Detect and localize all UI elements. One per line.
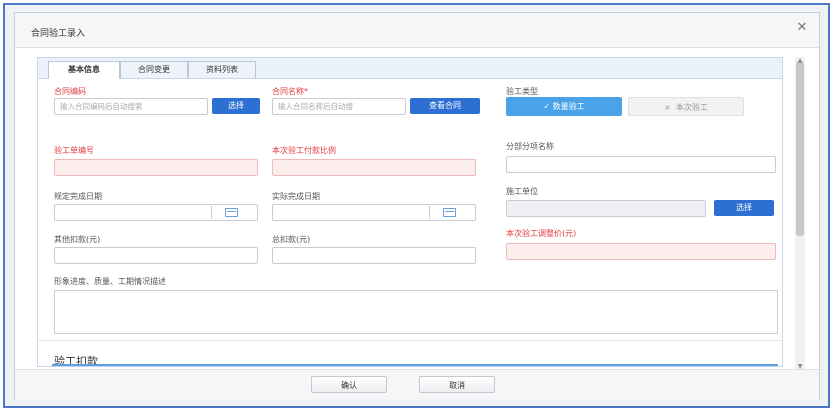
confirm-button[interactable]: 确认 <box>311 376 387 393</box>
form-panel: 基本信息 合同变更 资料列表 合同编码 输入合同编码后自动搜索 选择 合同名称*… <box>37 57 783 367</box>
close-icon[interactable]: ✕ <box>795 21 809 35</box>
payment-ratio-label: 本次验工付款比例 <box>272 146 336 155</box>
calendar-icon[interactable] <box>443 208 456 217</box>
contract-code-label: 合同编码 <box>54 87 86 96</box>
inspection-no-label: 验工单编号 <box>54 146 94 155</box>
scroll-up-icon[interactable]: ▲ <box>796 58 804 64</box>
inspection-type-option-quantity[interactable]: ✓ 数量验工 <box>506 97 622 116</box>
inspection-deduction-section: 验工扣款 <box>38 340 782 366</box>
contract-name-label: 合同名称* <box>272 87 308 96</box>
calendar-icon[interactable] <box>225 208 238 217</box>
contract-inspection-dialog: 合同验工录入 ✕ 基本信息 合同变更 资料列表 合同编码 输入合同编码后自动搜索… <box>14 12 820 400</box>
progress-desc-label: 形象进度、质量、工期情况描述 <box>54 277 166 286</box>
other-deduction-input[interactable] <box>54 247 258 264</box>
option-label: 数量验工 <box>552 102 585 111</box>
progress-desc-textarea[interactable] <box>54 290 778 334</box>
check-icon: ✓ <box>543 102 551 111</box>
total-deduction-input[interactable] <box>272 247 476 264</box>
inspection-no-input[interactable] <box>54 159 258 176</box>
adjust-price-input[interactable] <box>506 243 776 260</box>
section-header-bar <box>52 364 778 366</box>
construction-unit-input <box>506 200 706 217</box>
adjust-price-label: 本次验工调整价(元) <box>506 229 577 238</box>
tab-bar: 基本信息 合同变更 资料列表 <box>38 58 782 79</box>
other-deduction-label: 其他扣款(元) <box>54 235 101 244</box>
tab-contract-change[interactable]: 合同变更 <box>120 61 188 78</box>
sub-project-label: 分部分项名称 <box>506 142 554 151</box>
scrollbar-thumb[interactable] <box>796 61 804 236</box>
payment-ratio-input[interactable] <box>272 159 476 176</box>
planned-date-label: 规定完成日期 <box>54 192 102 201</box>
tab-basic-info[interactable]: 基本信息 <box>48 61 120 79</box>
date-separator <box>429 206 430 219</box>
sub-project-input[interactable] <box>506 156 776 173</box>
tab-document-list[interactable]: 资料列表 <box>188 61 256 78</box>
date-separator <box>211 206 212 219</box>
dialog-footer: 确认 取消 <box>15 369 819 400</box>
contract-code-input[interactable]: 输入合同编码后自动搜索 <box>54 98 208 115</box>
actual-date-label: 实际完成日期 <box>272 192 320 201</box>
construction-unit-label: 施工单位 <box>506 187 538 196</box>
inspection-type-option-current[interactable]: × 本次验工 <box>628 97 744 116</box>
option-label: 本次验工 <box>675 103 708 112</box>
total-deduction-label: 总扣款(元) <box>272 235 311 244</box>
dialog-titlebar: 合同验工录入 ✕ <box>15 13 819 48</box>
construction-unit-select-button[interactable]: 选择 <box>714 200 774 216</box>
cross-icon: × <box>664 103 671 112</box>
contract-name-input[interactable]: 输入合同名称后自动搜 <box>272 98 406 115</box>
contract-code-select-button[interactable]: 选择 <box>212 98 260 114</box>
inspection-type-label: 验工类型 <box>506 87 538 96</box>
view-contract-button[interactable]: 查看合同 <box>410 98 480 114</box>
cancel-button[interactable]: 取消 <box>419 376 495 393</box>
dialog-title: 合同验工录入 <box>31 29 86 39</box>
